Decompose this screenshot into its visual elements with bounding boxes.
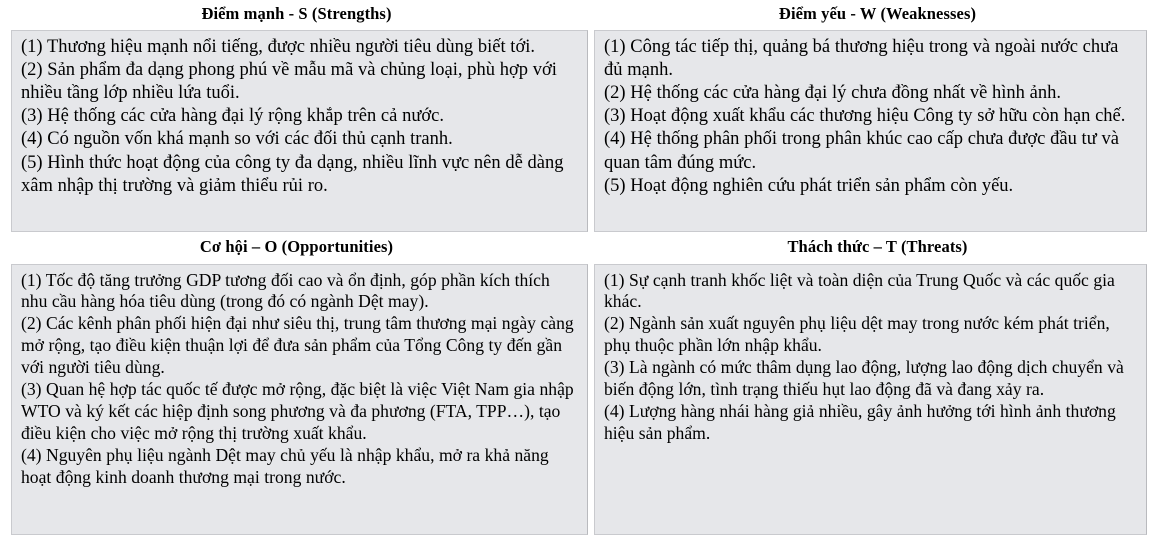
strengths-item-5: (5) Hình thức hoạt động của công ty đa d… (21, 152, 564, 196)
threats-item-4: (4) Lượng hàng nhái hàng giả nhiều, gây … (604, 400, 1116, 443)
threats-item-2: (2) Ngành sản xuất nguyên phụ liệu dệt m… (604, 313, 1110, 356)
quadrant-title-threats: Thách thức – T (Threats) (787, 237, 968, 256)
quadrant-body-weaknesses: (1) Công tác tiếp thị, quảng bá thương h… (594, 29, 1147, 232)
quadrant-title-weaknesses: Điểm yếu - W (Weaknesses) (778, 4, 977, 23)
weaknesses-item-2: (2) Hệ thống các cửa hàng đại lý chưa đồ… (604, 82, 1061, 103)
weaknesses-item-3: (3) Hoạt động xuất khẩu các thương hiệu … (604, 106, 1126, 127)
strengths-item-3: (3) Hệ thống các cửa hàng đại lý rộng kh… (21, 106, 444, 127)
strengths-item-2: (2) Sản phẩm đa dạng phong phú về mẫu mã… (21, 59, 557, 103)
opportunities-item-1: (1) Tốc độ tăng trưởng GDP tương đối cao… (21, 269, 550, 312)
threats-item-3: (3) Là ngành có mức thâm dụng lao động, … (604, 357, 1124, 399)
quadrant-body-threats: (1) Sự cạnh tranh khốc liệt và toàn diện… (594, 263, 1147, 535)
strengths-item-1: (1) Thương hiệu mạnh nổi tiếng, được nhi… (21, 36, 535, 57)
strengths-item-4: (4) Có nguồn vốn khá mạnh so với các đối… (21, 129, 453, 150)
weaknesses-item-1: (1) Công tác tiếp thị, quảng bá thương h… (604, 36, 1119, 80)
opportunities-item-2: (2) Các kênh phân phối hiện đại như siêu… (21, 313, 574, 378)
quadrant-body-opportunities: (1) Tốc độ tăng trưởng GDP tương đối cao… (11, 263, 588, 535)
weaknesses-item-5: (5) Hoạt động nghiên cứu phát triển sản … (604, 175, 1014, 196)
swot-quadrant-opportunities: Cơ hội – O (Opportunities) (1) Tốc độ tă… (0, 232, 593, 535)
weaknesses-item-4: (4) Hệ thống phân phối trong phân khúc c… (604, 129, 1119, 173)
swot-quadrant-threats: Thách thức – T (Threats) (1) Sự cạnh tra… (593, 232, 1162, 535)
swot-quadrant-strengths: Điểm mạnh - S (Strengths) (1) Thương hiệ… (0, 0, 593, 232)
threats-item-1: (1) Sự cạnh tranh khốc liệt và toàn diện… (604, 269, 1115, 312)
quadrant-title-strengths: Điểm mạnh - S (Strengths) (201, 4, 392, 23)
opportunities-item-4: (4) Nguyên phụ liệu ngành Dệt may chủ yế… (21, 444, 549, 487)
quadrant-body-strengths: (1) Thương hiệu mạnh nổi tiếng, được nhi… (11, 29, 588, 232)
quadrant-title-opportunities: Cơ hội – O (Opportunities) (199, 237, 394, 256)
swot-quadrant-weaknesses: Điểm yếu - W (Weaknesses) (1) Công tác t… (593, 0, 1162, 232)
opportunities-item-3: (3) Quan hệ hợp tác quốc tế được mở rộng… (21, 378, 574, 443)
swot-grid: Điểm mạnh - S (Strengths) (1) Thương hiệ… (0, 0, 1162, 535)
